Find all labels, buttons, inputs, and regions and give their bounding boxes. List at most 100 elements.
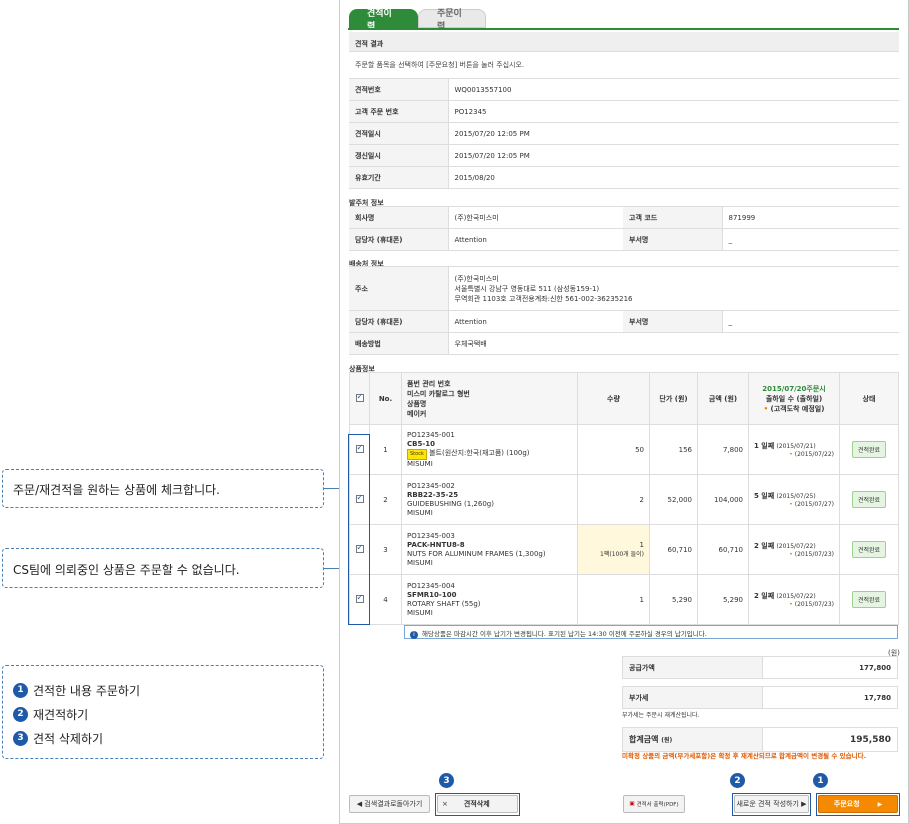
header-amount: 금액 (원) (697, 372, 749, 425)
row-arrive-date: (2015/07/22) (794, 451, 834, 458)
table-row: 견적일시 2015/07/20 12:05 PM (349, 122, 899, 145)
row-arrive-line: • (2015/07/23) (789, 601, 834, 608)
table-row: 갱신일시 2015/07/20 12:05 PM (349, 144, 899, 167)
row-name: NUTS FOR ALUMINUM FRAMES (1,300g) (407, 549, 546, 558)
items-header-row: No. 품번 관리 번호 미스미 카탈로그 형번 상품명 메이커 수량 단가 (… (349, 372, 899, 425)
table-row: 회사명 (주)한국미스미 고객 코드 871999 (349, 206, 899, 229)
row-status-cell: 견적완료 (839, 474, 899, 525)
table-row: 4 PO12345-004 SFMR10-100 ROTARY SHAFT (5… (349, 574, 899, 625)
step-1-marker-icon: 1 (813, 773, 828, 788)
row-mgmt: PO12345-004 (407, 581, 455, 590)
customer-order-label: 고객 주문 번호 (349, 100, 449, 123)
company-value: (주)한국미스미 (448, 206, 623, 229)
table-row: 부가세 17,780 (622, 686, 898, 709)
back-to-results-button[interactable]: ◀ 검색결과로돌아가기 (349, 795, 430, 813)
row-qty-cell: 1 1팩(100개 들이) (577, 524, 650, 575)
row-maker: MISUMI (407, 608, 433, 617)
table-row: 주소 (주)한국미스미 서울특별시 강남구 영동대로 511 (삼성동159-1… (349, 266, 899, 311)
header-part: 품번 관리 번호 미스미 카탈로그 형번 상품명 메이커 (401, 372, 578, 425)
valid-until-label: 유효기간 (349, 166, 449, 189)
delivery-note: i 해당상품은 마감시간 이후 납기가 변경됩니다. 표기된 납기는 14:30 … (404, 625, 898, 639)
table-row: 고객 주문 번호 PO12345 (349, 100, 899, 123)
header-ship-3: • (고객도착 예정일) (763, 404, 825, 413)
info-icon: i (410, 631, 418, 639)
tab-quote-history[interactable]: 견적이력 (349, 9, 418, 32)
tab-order-history[interactable]: 주문이력 (418, 9, 486, 32)
total-label-cell: 합계금액 (원) (622, 727, 763, 752)
row-arrive-date: (2015/07/23) (794, 551, 834, 558)
row-code[interactable]: CB5-10 (407, 440, 572, 449)
header-status: 상태 (839, 372, 899, 425)
tab-underline (348, 28, 899, 30)
shipping-method-label: 배송방법 (349, 332, 449, 355)
total-table: 합계금액 (원) 195,580 (622, 727, 898, 752)
status-badge: 견적완료 (851, 541, 887, 558)
row-amount: 5,290 (697, 574, 749, 625)
row-unit: 156 (649, 424, 698, 475)
callout-step-3: 3 견적 삭제하기 (13, 726, 313, 750)
step-1-text: 견적한 내용 주문하기 (33, 683, 140, 698)
row-code[interactable]: RBB22-35-25 (407, 491, 572, 500)
quote-date-label: 견적일시 (349, 122, 449, 145)
header-ship: 2015/07/20주문시 출하일 수 (출하일) • (고객도착 예정일) (748, 372, 840, 425)
row-days: 2 일째 (754, 542, 775, 550)
step-2-text: 재견적하기 (33, 707, 89, 722)
callout-check-items: 주문/재견적을 원하는 상품에 체크합니다. (2, 469, 324, 508)
row-mgmt: PO12345-002 (407, 481, 455, 490)
row-unit: 60,710 (649, 524, 698, 575)
result-description: 주문할 품목을 선택하여 [주문요청] 버튼을 눌러 주십시오. (355, 61, 525, 69)
supply-value: 177,800 (762, 656, 898, 679)
row-no: 2 (369, 474, 402, 525)
total-warning: 미확정 상품의 금액(부가세포함)은 확정 후 재계산되므로 합계금액이 변경될… (622, 752, 867, 760)
callout-step-2: 2 재견적하기 (13, 702, 313, 726)
supply-label: 공급가액 (622, 656, 763, 679)
row-name: ROTARY SHAFT (55g) (407, 599, 481, 608)
row-days: 5 일째 (754, 492, 775, 500)
table-row: 공급가액 177,800 (622, 656, 898, 679)
callout-step-1: 1 견적한 내용 주문하기 (13, 678, 313, 702)
total-unit: (원) (661, 737, 673, 744)
header-no: No. (369, 372, 402, 425)
step-2-icon: 2 (13, 706, 28, 722)
select-all-checkbox[interactable] (355, 392, 364, 402)
select-all-cell (349, 372, 370, 425)
supply-table: 공급가액 177,800 (622, 656, 898, 679)
row-status-cell: 견적완료 (839, 524, 899, 575)
row-part: PO12345-002 RBB22-35-25 GUIDEBUSHING (1,… (401, 474, 578, 525)
row-ship: 1 일째 (2015/07/21) • (2015/07/22) (748, 424, 840, 475)
shipping-method-value: 우체국택배 (448, 332, 899, 355)
step-3-icon: 3 (13, 730, 28, 746)
row-days: 1 일째 (754, 442, 775, 450)
total-label: 합계금액 (629, 735, 659, 744)
row-amount: 104,000 (697, 474, 749, 525)
header-ship-2: 출하일 수 (출하일) (765, 394, 823, 403)
row-qty: 2 (577, 474, 650, 525)
table-row: 2 PO12345-002 RBB22-35-25 GUIDEBUSHING (… (349, 474, 899, 525)
status-badge: 견적완료 (851, 591, 887, 608)
delivery-note-text: 해당상품은 마감시간 이후 납기가 변경됩니다. 표기된 납기는 14:30 이… (422, 630, 707, 638)
print-pdf-button[interactable]: ▣ 견적서 출력(PDF) (623, 795, 685, 813)
table-row: 1 PO12345-001 CB5-10 Stock 볼트(원산지:한국(재고품… (349, 424, 899, 475)
quote-no-label: 견적번호 (349, 78, 449, 101)
address-value: (주)한국미스미 서울특별시 강남구 영동대로 511 (삼성동159-1) 무… (448, 266, 899, 311)
vat-label: 부가세 (622, 686, 763, 709)
vat-value: 17,780 (762, 686, 898, 709)
row-ship: 2 일째 (2015/07/22) • (2015/07/23) (748, 574, 840, 625)
row-code[interactable]: SFMR10-100 (407, 591, 572, 600)
order-highlight-frame (816, 793, 900, 816)
updated-date-value: 2015/07/20 12:05 PM (448, 144, 899, 167)
row-part: PO12345-004 SFMR10-100 ROTARY SHAFT (55g… (401, 574, 578, 625)
step-1-icon: 1 (13, 682, 28, 698)
table-row: 3 PO12345-003 PACK-HNTU8-8 NUTS FOR ALUM… (349, 524, 899, 575)
row-amount: 7,800 (697, 424, 749, 475)
header-ship-3-text: (고객도착 예정일) (770, 404, 825, 413)
row-code[interactable]: PACK-HNTU8-8 (407, 541, 572, 550)
row-no: 4 (369, 574, 402, 625)
row-status-cell: 견적완료 (839, 424, 899, 475)
stock-badge: Stock (407, 448, 427, 460)
customer-order-value: PO12345 (448, 100, 899, 123)
row-days: 2 일째 (754, 592, 775, 600)
orderer-dept-value: _ (722, 228, 899, 251)
row-qty: 1 (577, 574, 650, 625)
customer-code-label: 고객 코드 (623, 206, 723, 229)
